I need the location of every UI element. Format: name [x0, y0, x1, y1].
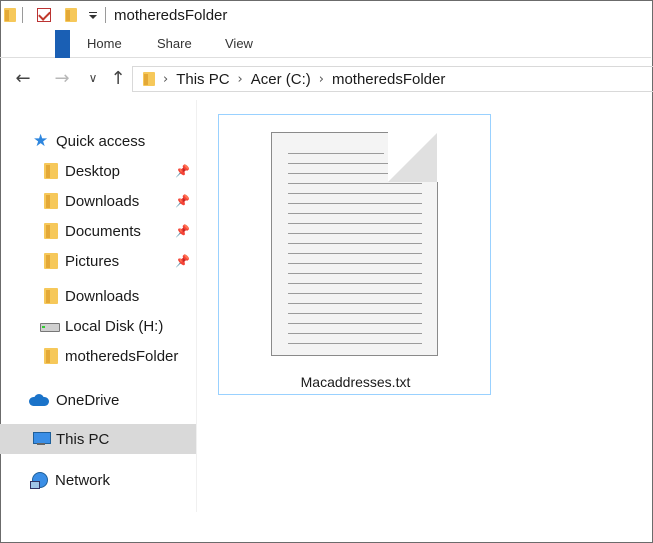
sidebar-item-label: Downloads — [65, 192, 140, 210]
sidebar-item-downloads[interactable]: Downloads — [0, 281, 196, 311]
toolbar-separator — [105, 7, 106, 23]
folder-icon — [44, 288, 58, 304]
pane-divider[interactable] — [196, 100, 197, 512]
file-name: Macaddresses.txt — [300, 374, 411, 390]
desktop-folder-icon — [44, 163, 58, 179]
file-tab[interactable] — [55, 30, 70, 58]
folder-icon — [4, 8, 16, 22]
ribbon: Home Share View — [0, 30, 651, 58]
star-icon: ★ — [33, 131, 49, 151]
breadcrumb-current-folder[interactable]: motheredsFolder — [332, 71, 445, 88]
file-item[interactable]: Macaddresses.txt — [218, 114, 491, 395]
breadcrumb-chevron-icon[interactable]: › — [319, 72, 324, 87]
sidebar-item-label: Local Disk (H:) — [65, 317, 164, 335]
tab-share[interactable]: Share — [157, 36, 192, 51]
sidebar-item-quick-access[interactable]: ★ Quick access — [0, 126, 196, 156]
toolbar-separator — [22, 7, 23, 23]
sidebar-item-label: motheredsFolder — [65, 347, 179, 365]
new-folder-icon[interactable] — [65, 8, 77, 22]
sidebar-item-label: Quick access — [56, 132, 146, 150]
back-arrow-icon[interactable]: ← — [12, 67, 34, 89]
sidebar-item-label: Documents — [65, 222, 141, 240]
sidebar-item-this-pc[interactable]: This PC — [0, 424, 196, 454]
cloud-icon — [29, 394, 49, 406]
sidebar-item-label: Network — [55, 471, 111, 489]
sidebar-item-label: Pictures — [65, 252, 120, 270]
folder-icon — [143, 72, 155, 86]
sidebar-item-documents[interactable]: Documents 📌 — [0, 216, 196, 246]
title-bar: motheredsFolder — [0, 0, 651, 30]
customize-toolbar-dropdown-icon[interactable] — [87, 9, 99, 21]
navigation-pane: ★ Quick access Desktop 📌 Downloads 📌 Doc… — [0, 112, 196, 532]
sidebar-item-label: This PC — [56, 430, 110, 448]
sidebar-item-motheredsfolder[interactable]: motheredsFolder — [0, 341, 196, 371]
tab-home[interactable]: Home — [87, 36, 122, 51]
pin-icon[interactable]: 📌 — [175, 254, 190, 268]
sidebar-item-pictures[interactable]: Pictures 📌 — [0, 246, 196, 276]
sidebar-item-local-disk-h[interactable]: Local Disk (H:) — [0, 311, 196, 341]
sidebar-item-onedrive[interactable]: OneDrive — [0, 385, 196, 415]
pin-icon[interactable]: 📌 — [175, 194, 190, 208]
computer-icon — [33, 432, 51, 446]
forward-arrow-icon[interactable]: → — [51, 67, 73, 89]
sidebar-item-label: Desktop — [65, 162, 121, 180]
downloads-folder-icon — [44, 193, 58, 209]
breadcrumb-chevron-icon[interactable]: › — [238, 72, 243, 87]
recent-locations-chevron-icon[interactable]: ∨ — [82, 67, 104, 89]
disk-icon — [40, 322, 60, 332]
tab-view[interactable]: View — [225, 36, 253, 51]
network-icon — [30, 472, 48, 489]
documents-folder-icon — [44, 223, 58, 239]
text-document-icon — [271, 132, 438, 356]
address-bar[interactable]: › This PC › Acer (C:) › motheredsFolder — [132, 66, 653, 92]
folder-icon — [44, 348, 58, 364]
window-title: motheredsFolder — [114, 6, 228, 24]
pin-icon[interactable]: 📌 — [175, 224, 190, 238]
pictures-folder-icon — [44, 253, 58, 269]
navigation-row: ← → ∨ ↑ › This PC › Acer (C:) › mothered… — [0, 58, 653, 100]
breadcrumb-this-pc[interactable]: This PC — [176, 71, 229, 88]
sidebar-item-label: Downloads — [65, 287, 140, 305]
sidebar-item-network[interactable]: Network — [0, 465, 196, 495]
file-list: Macaddresses.txt — [198, 100, 651, 532]
up-arrow-icon[interactable]: ↑ — [107, 67, 129, 89]
sidebar-item-downloads-pinned[interactable]: Downloads 📌 — [0, 186, 196, 216]
sidebar-item-label: OneDrive — [56, 391, 120, 409]
pin-icon[interactable]: 📌 — [175, 164, 190, 178]
breadcrumb-acer-c[interactable]: Acer (C:) — [251, 71, 311, 88]
sidebar-item-desktop[interactable]: Desktop 📌 — [0, 156, 196, 186]
properties-check-icon[interactable] — [37, 8, 51, 22]
document-lines — [288, 153, 422, 353]
breadcrumb-chevron-icon[interactable]: › — [163, 72, 168, 87]
